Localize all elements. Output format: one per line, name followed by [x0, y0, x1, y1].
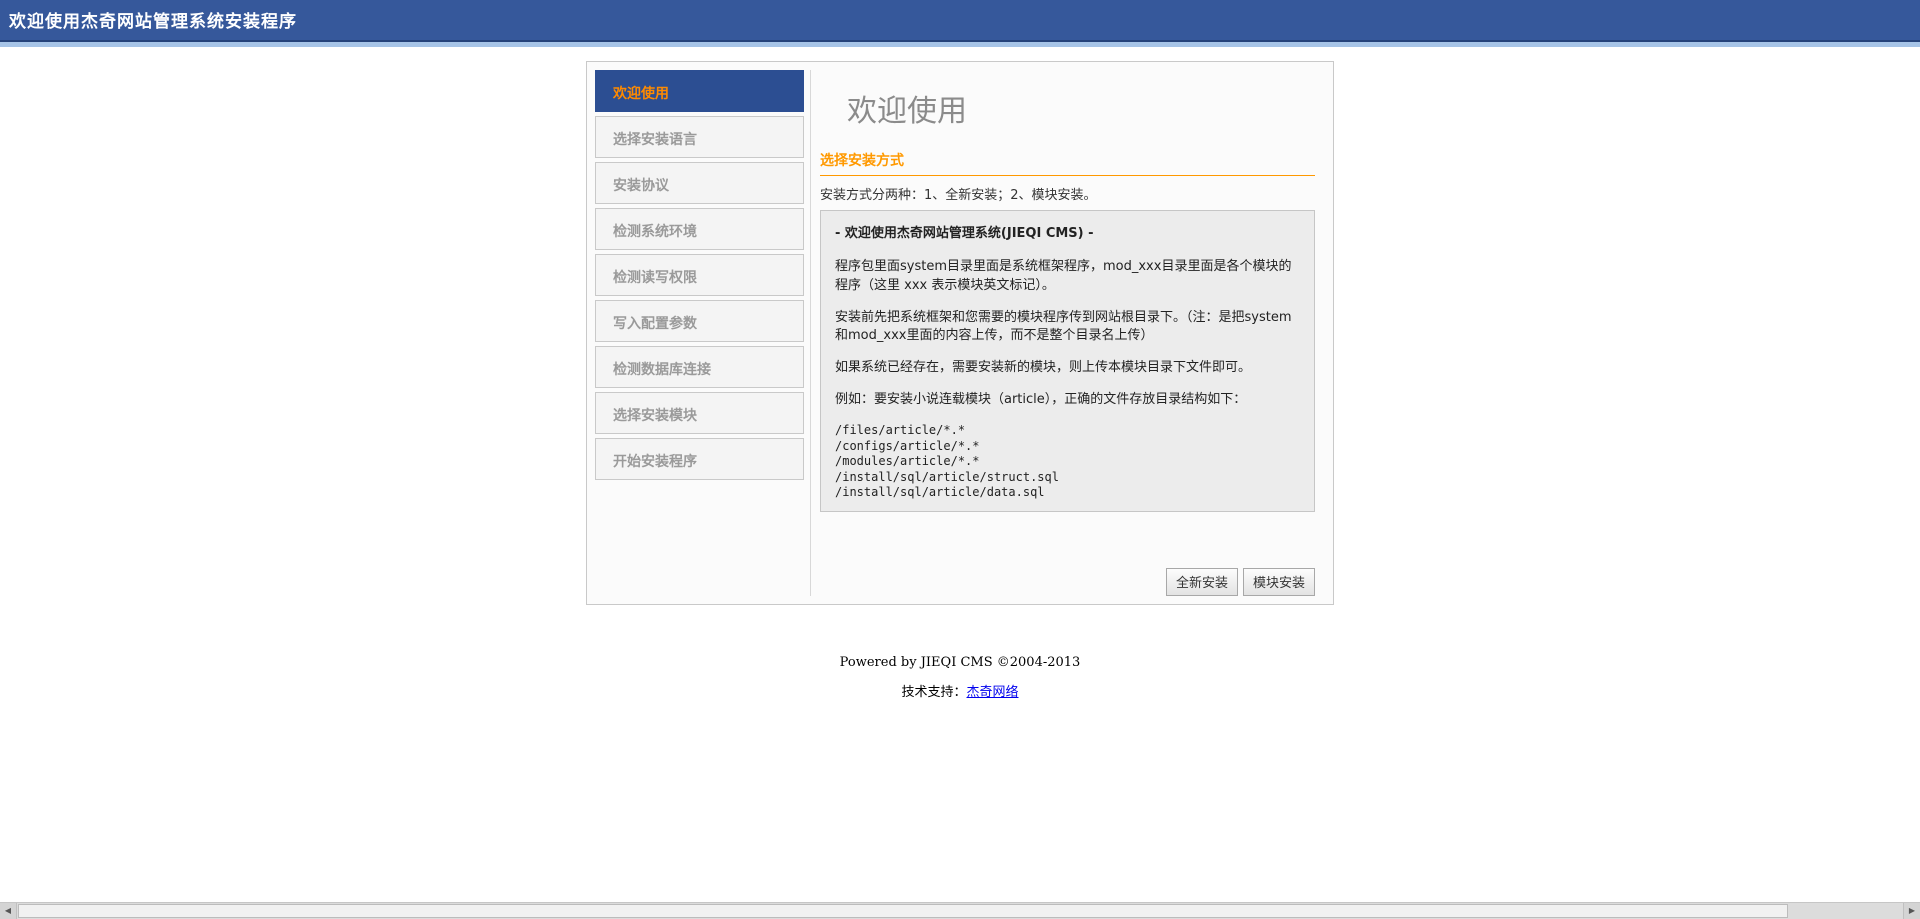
file-structure-list: /files/article/*.* /configs/article/*.* … [835, 423, 1300, 501]
step-license-agreement: 安装协议 [595, 162, 804, 204]
page-title: 欢迎使用 [847, 94, 967, 129]
jieqi-network-link[interactable]: 杰奇网络 [967, 685, 1019, 700]
info-paragraph: 如果系统已经存在，需要安装新的模块，则上传本模块目录下文件即可。 [835, 360, 1252, 376]
installer-wizard-panel: 欢迎使用 选择安装语言 安装协议 检测系统环境 检测读写权限 写入配置参数 检测… [586, 61, 1334, 605]
tech-support-label: 技术支持： [901, 684, 967, 700]
wizard-steps-sidebar: 欢迎使用 选择安装语言 安装协议 检测系统环境 检测读写权限 写入配置参数 检测… [595, 70, 811, 596]
install-method-intro: 安装方式分两种：1、全新安装；2、模块安装。 [820, 188, 1097, 203]
powered-by-text: Powered by JIEQI CMS ©2004-2013 [839, 654, 1081, 670]
file-path: /install/sql/article/data.sql [835, 485, 1045, 500]
info-paragraph: 例如：要安装小说连载模块（article），正确的文件存放目录结构如下： [835, 392, 1247, 408]
section-title-install-method: 选择安装方式 [820, 150, 1315, 176]
step-write-config: 写入配置参数 [595, 300, 804, 342]
module-install-button[interactable]: 模块安装 [1242, 567, 1315, 596]
step-check-database: 检测数据库连接 [595, 346, 804, 388]
info-paragraph: 安装前先把系统框架和您需要的模块程序传到网站根目录下。（注：是把system和m… [835, 309, 1292, 344]
install-actions-row: 全新安装 模块安装 [820, 567, 1315, 596]
new-install-button[interactable]: 全新安装 [1165, 567, 1238, 596]
tech-support-line: 技术支持：杰奇网络 [0, 681, 1920, 700]
page-footer: Powered by JIEQI CMS ©2004-2013 技术支持：杰奇网… [0, 655, 1920, 700]
step-start-install: 开始安装程序 [595, 438, 804, 480]
app-title: 欢迎使用杰奇网站管理系统安装程序 [9, 12, 297, 32]
scroll-right-arrow-icon[interactable]: ▶ [1903, 903, 1920, 919]
wizard-content-area: 欢迎使用 选择安装方式 安装方式分两种：1、全新安装；2、模块安装。 - 欢迎使… [811, 70, 1325, 596]
step-check-permissions: 检测读写权限 [595, 254, 804, 296]
file-path: /files/article/*.* [835, 422, 966, 437]
step-welcome: 欢迎使用 [595, 70, 804, 112]
info-box-title: - 欢迎使用杰奇网站管理系统(JIEQI CMS) - [835, 226, 1094, 241]
header-accent-strip [0, 42, 1920, 47]
app-header: 欢迎使用杰奇网站管理系统安装程序 [0, 0, 1920, 40]
file-path: /modules/article/*.* [835, 454, 980, 469]
horizontal-scrollbar[interactable]: ◀ ▶ [0, 902, 1920, 919]
file-path: /install/sql/article/struct.sql [835, 469, 1059, 484]
file-path: /configs/article/*.* [835, 438, 980, 453]
welcome-info-box: - 欢迎使用杰奇网站管理系统(JIEQI CMS) - 程序包里面system目… [820, 210, 1315, 512]
scrollbar-thumb[interactable] [18, 904, 1788, 918]
scroll-left-arrow-icon[interactable]: ◀ [0, 903, 17, 919]
info-paragraph: 程序包里面system目录里面是系统框架程序，mod_xxx目录里面是各个模块的… [835, 258, 1292, 293]
step-choose-language: 选择安装语言 [595, 116, 804, 158]
step-choose-modules: 选择安装模块 [595, 392, 804, 434]
step-check-environment: 检测系统环境 [595, 208, 804, 250]
